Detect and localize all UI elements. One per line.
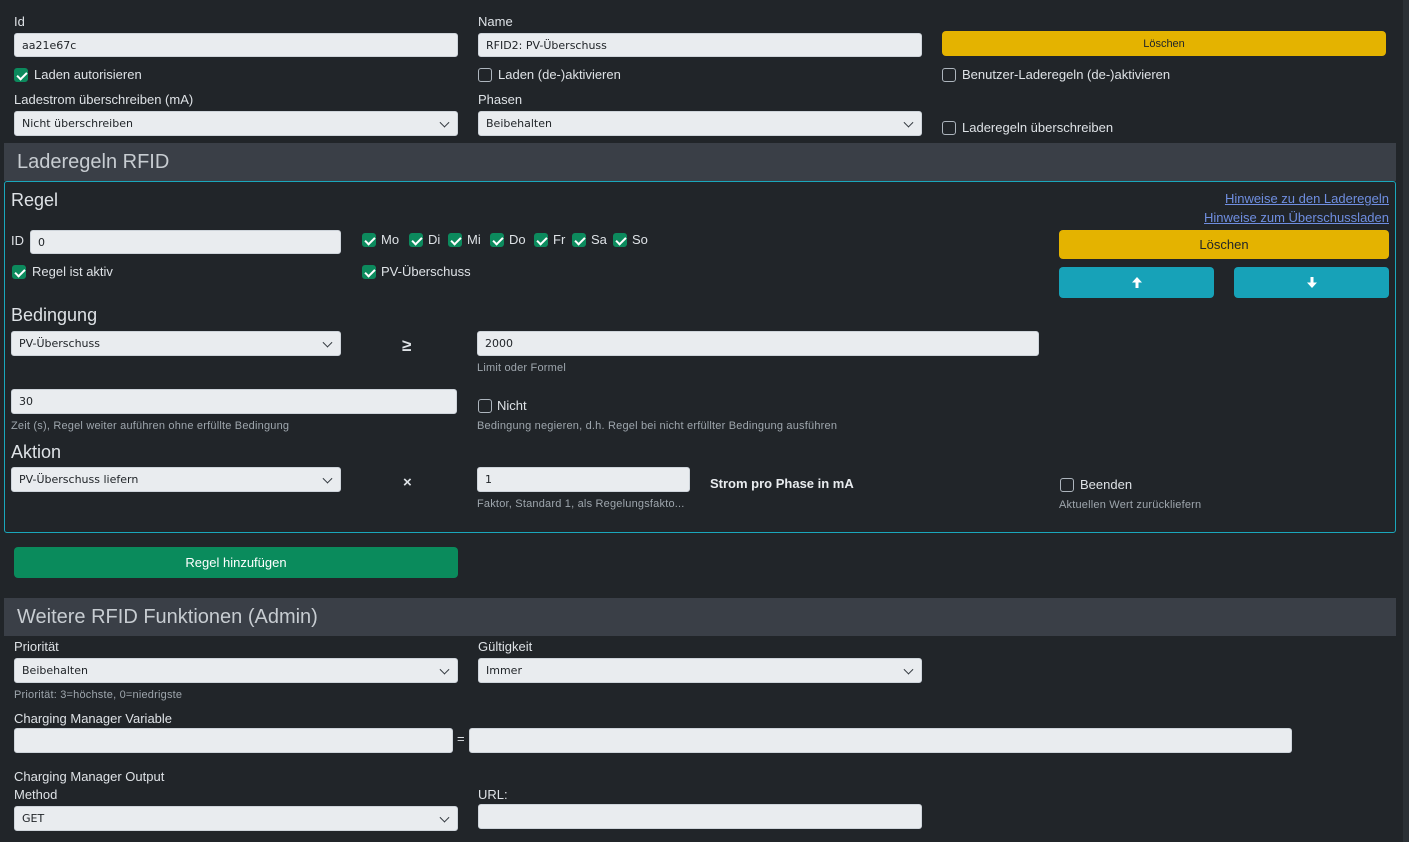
day-checkbox-fr[interactable] [534, 233, 548, 247]
limit-hint: Limit oder Formel [477, 362, 566, 374]
operator-symbol: ≥ [402, 336, 412, 355]
day-checkbox-sa[interactable] [572, 233, 586, 247]
unit-label: Strom pro Phase in mA [710, 476, 854, 491]
rule-id-label: ID [11, 233, 24, 248]
phases-select[interactable]: Beibehalten [478, 111, 922, 136]
admin-section-title: Weitere RFID Funktionen (Admin) [17, 605, 318, 628]
priority-label: Priorität [14, 639, 59, 654]
url-input[interactable] [478, 804, 922, 829]
rules-section-header: Laderegeln RFID [4, 143, 1396, 181]
day-label-mo: Mo [381, 232, 400, 247]
limit-input[interactable]: 2000 [477, 331, 1039, 356]
end-checkbox[interactable] [1060, 478, 1074, 492]
day-checkbox-mi[interactable] [448, 233, 462, 247]
cm-variable-label: Charging Manager Variable [14, 711, 173, 726]
day-checkbox-di[interactable] [409, 233, 423, 247]
action-heading: Aktion [11, 442, 62, 462]
rule-id-input[interactable]: 0 [30, 230, 341, 254]
phases-label: Phasen [478, 92, 523, 107]
cm-variable-name-input[interactable] [14, 728, 453, 753]
validity-select[interactable]: Immer [478, 658, 922, 683]
not-hint: Bedingung negieren, d.h. Regel bei nicht… [477, 420, 838, 432]
cm-output-label: Charging Manager Output [14, 769, 165, 784]
override-rules-checkbox[interactable] [942, 121, 956, 135]
name-input[interactable]: RFID2: PV-Überschuss [478, 33, 922, 57]
id-input[interactable]: aa21e67c [14, 33, 458, 57]
validity-label: Gültigkeit [478, 639, 533, 654]
add-rule-button[interactable]: Regel hinzufügen [14, 547, 458, 578]
rule-active-checkbox[interactable] [12, 265, 26, 279]
page-scrollbar[interactable] [1403, 0, 1409, 842]
priority-select-value: Beibehalten [22, 664, 88, 677]
arrow-down-icon [1306, 277, 1317, 288]
day-label-do: Do [509, 232, 526, 247]
day-checkbox-so[interactable] [613, 233, 627, 247]
activate-label: Laden (de-)aktivieren [498, 67, 621, 82]
current-label: Ladestrom überschreiben (mA) [14, 92, 194, 107]
rule-active-label: Regel ist aktiv [32, 264, 113, 279]
pv-surplus-label: PV-Überschuss [381, 264, 471, 279]
method-label: Method [14, 787, 58, 802]
user-rules-label: Benutzer-Laderegeln (de-)aktivieren [962, 67, 1171, 82]
phases-select-value: Beibehalten [486, 117, 552, 130]
admin-section-header: Weitere RFID Funktionen (Admin) [4, 598, 1396, 636]
time-hint: Zeit (s), Regel weiter auführen ohne erf… [11, 420, 290, 432]
day-label-mi: Mi [467, 232, 481, 247]
method-select[interactable]: GET [14, 806, 458, 831]
current-select-value: Nicht überschreiben [22, 117, 133, 130]
rules-section-title: Laderegeln RFID [17, 150, 170, 173]
user-rules-checkbox[interactable] [942, 68, 956, 82]
method-select-value: GET [22, 812, 45, 825]
arrow-up-icon [1131, 277, 1142, 288]
cm-variable-expression-input[interactable] [469, 728, 1292, 753]
day-label-sa: Sa [591, 232, 607, 247]
action-select-value: PV-Überschuss liefern [19, 473, 139, 486]
rule-heading: Regel [11, 190, 59, 210]
activate-checkbox[interactable] [478, 68, 492, 82]
priority-select[interactable]: Beibehalten [14, 658, 458, 683]
delete-rfid-button[interactable]: Löschen [942, 31, 1386, 56]
move-up-button[interactable] [1059, 267, 1214, 298]
multiply-symbol: × [403, 474, 412, 491]
condition-select[interactable]: PV-Überschuss [11, 331, 341, 356]
current-select[interactable]: Nicht überschreiben [14, 111, 458, 136]
end-hint: Aktuellen Wert zurückliefern [1059, 499, 1202, 511]
id-label: Id [14, 14, 25, 29]
url-label: URL: [478, 787, 508, 802]
override-rules-label: Laderegeln überschreiben [962, 120, 1114, 135]
day-label-fr: Fr [553, 232, 566, 247]
delete-rule-button[interactable]: Löschen [1059, 230, 1389, 259]
factor-hint: Faktor, Standard 1, als Regelungsfakto..… [477, 498, 685, 510]
hint-surplus-link[interactable]: Hinweise zum Überschussladen [1204, 210, 1389, 225]
hint-rules-link[interactable]: Hinweise zu den Laderegeln [1225, 191, 1389, 206]
time-input[interactable]: 30 [11, 389, 457, 414]
condition-select-value: PV-Überschuss [19, 337, 100, 350]
not-checkbox[interactable] [478, 399, 492, 413]
day-label-so: So [632, 232, 648, 247]
validity-select-value: Immer [486, 664, 522, 677]
priority-hint: Priorität: 3=höchste, 0=niedrigste [14, 689, 183, 701]
action-select[interactable]: PV-Überschuss liefern [11, 467, 341, 492]
factor-input[interactable]: 1 [477, 467, 690, 492]
authorize-label: Laden autorisieren [34, 67, 142, 82]
move-down-button[interactable] [1234, 267, 1389, 298]
authorize-checkbox[interactable] [14, 68, 28, 82]
day-label-di: Di [428, 232, 441, 247]
end-label: Beenden [1080, 477, 1133, 492]
pv-surplus-checkbox[interactable] [362, 265, 376, 279]
name-label: Name [478, 14, 513, 29]
equals-sign: = [457, 731, 465, 746]
not-label: Nicht [497, 398, 527, 413]
condition-heading: Bedingung [11, 305, 98, 325]
day-checkbox-mo[interactable] [362, 233, 376, 247]
day-checkbox-do[interactable] [490, 233, 504, 247]
